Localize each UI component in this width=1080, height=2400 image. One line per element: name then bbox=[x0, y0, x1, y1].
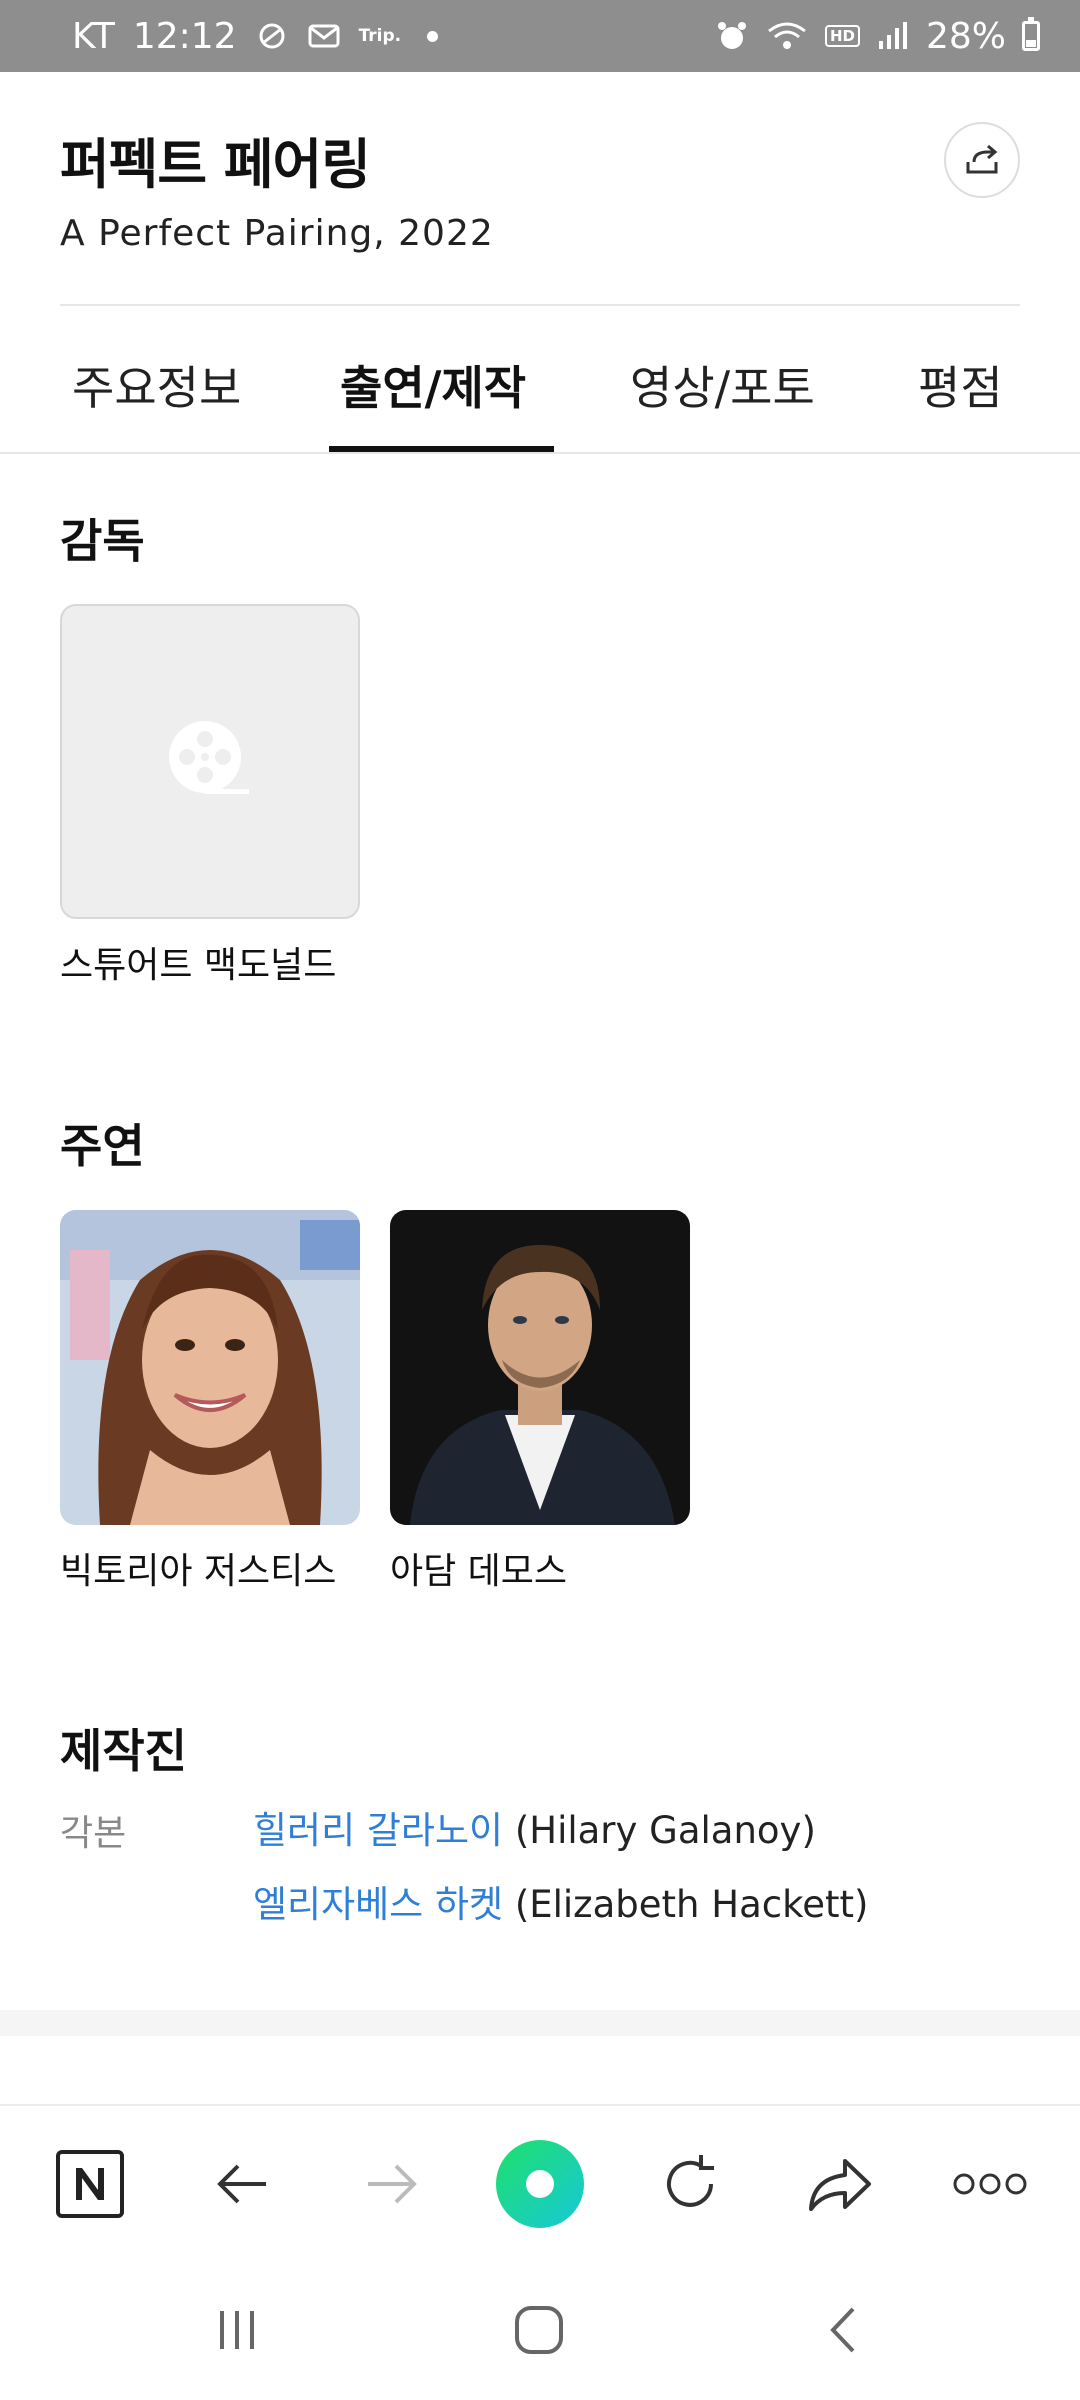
mail-icon bbox=[308, 24, 340, 48]
signal-icon bbox=[878, 22, 907, 49]
cast-card[interactable]: 빅토리아 저스티스 bbox=[60, 1210, 360, 1595]
film-reel-placeholder-icon bbox=[169, 720, 249, 794]
director-card[interactable]: 스튜어트 맥도널드 bbox=[60, 604, 360, 989]
actor-photo bbox=[60, 1210, 360, 1525]
tab-bar: 주요정보 출연/제작 영상/포토 평점 bbox=[0, 330, 1080, 454]
crew-member-link[interactable]: 엘리자베스 하켓 bbox=[253, 1883, 503, 1926]
back-button[interactable] bbox=[194, 2136, 290, 2232]
actor-photo bbox=[390, 1210, 690, 1525]
share-button[interactable] bbox=[944, 122, 1020, 198]
divider bbox=[60, 304, 1020, 306]
recent-apps-button[interactable] bbox=[192, 2290, 282, 2370]
portrait-woman-image bbox=[60, 1210, 360, 1525]
director-photo bbox=[60, 604, 360, 919]
forward-arrow-icon bbox=[368, 2164, 417, 2204]
hd-badge: HD bbox=[824, 25, 860, 47]
crew-member-english-name: (Elizabeth Hackett) bbox=[514, 1883, 869, 1926]
battery-icon bbox=[1022, 17, 1040, 51]
tab-ratings[interactable]: 평점 bbox=[918, 352, 1003, 418]
share-page-button[interactable] bbox=[792, 2136, 888, 2232]
actor-name: 빅토리아 저스티스 bbox=[60, 1551, 337, 1592]
nav-back-button[interactable] bbox=[798, 2290, 888, 2370]
green-dot-icon bbox=[496, 2140, 584, 2228]
share-arrow-icon bbox=[809, 2159, 871, 2211]
green-dot-button[interactable] bbox=[492, 2136, 588, 2232]
section-separator bbox=[0, 2010, 1080, 2036]
naver-home-icon bbox=[56, 2150, 124, 2218]
naver-home-button[interactable] bbox=[42, 2136, 138, 2232]
more-icon bbox=[953, 2173, 1027, 2195]
home-button[interactable] bbox=[494, 2290, 584, 2370]
clock: 12:12 bbox=[132, 15, 237, 57]
crew-role-label: 각본 bbox=[60, 1813, 127, 1854]
cast-section-title: 주연 bbox=[60, 1119, 145, 1173]
status-bar: KT 12:12 Trip. HD 28% bbox=[0, 0, 1080, 72]
back-arrow-icon bbox=[217, 2164, 266, 2204]
recent-apps-icon bbox=[220, 2311, 254, 2349]
home-icon bbox=[515, 2306, 563, 2354]
crew-member: 힐러리 갈라노이 (Hilary Galanoy) bbox=[253, 1800, 816, 1854]
carrier-label: KT bbox=[72, 15, 115, 57]
page-subtitle: A Perfect Pairing, 2022 bbox=[60, 213, 494, 254]
tab-cast-crew[interactable]: 출연/제작 bbox=[340, 352, 526, 418]
back-icon bbox=[830, 2307, 855, 2353]
system-nav-bar bbox=[0, 2260, 1080, 2400]
active-tab-indicator bbox=[329, 446, 554, 452]
more-button[interactable] bbox=[942, 2136, 1038, 2232]
sports-icon bbox=[259, 23, 285, 49]
trip-app-icon: Trip. bbox=[358, 26, 402, 46]
tab-main-info[interactable]: 주요정보 bbox=[72, 352, 241, 418]
director-name: 스튜어트 맥도널드 bbox=[60, 945, 337, 986]
refresh-icon bbox=[667, 2155, 714, 2207]
movie-header: 퍼펙트 페어링 A Perfect Pairing, 2022 bbox=[60, 120, 1020, 254]
tab-video-photo[interactable]: 영상/포토 bbox=[630, 352, 815, 418]
alarm-icon bbox=[717, 22, 746, 49]
cast-card[interactable]: 아담 데모스 bbox=[390, 1210, 690, 1595]
forward-button[interactable] bbox=[344, 2136, 440, 2232]
crew-member-english-name: (Hilary Galanoy) bbox=[514, 1809, 816, 1852]
browser-toolbar bbox=[0, 2104, 1080, 2259]
crew-member-link[interactable]: 힐러리 갈라노이 bbox=[253, 1809, 503, 1852]
notification-dot-icon bbox=[427, 30, 439, 42]
refresh-button[interactable] bbox=[642, 2136, 738, 2232]
crew-member: 엘리자베스 하켓 (Elizabeth Hackett) bbox=[253, 1874, 868, 1928]
portrait-man-image bbox=[390, 1210, 690, 1525]
share-icon bbox=[966, 144, 998, 174]
page-title: 퍼펙트 페어링 bbox=[60, 133, 371, 196]
crew-section-title: 제작진 bbox=[60, 1724, 187, 1778]
battery-percent: 28% bbox=[925, 15, 1006, 57]
wifi-icon bbox=[768, 22, 806, 49]
actor-name: 아담 데모스 bbox=[390, 1551, 568, 1592]
director-section-title: 감독 bbox=[60, 514, 145, 568]
